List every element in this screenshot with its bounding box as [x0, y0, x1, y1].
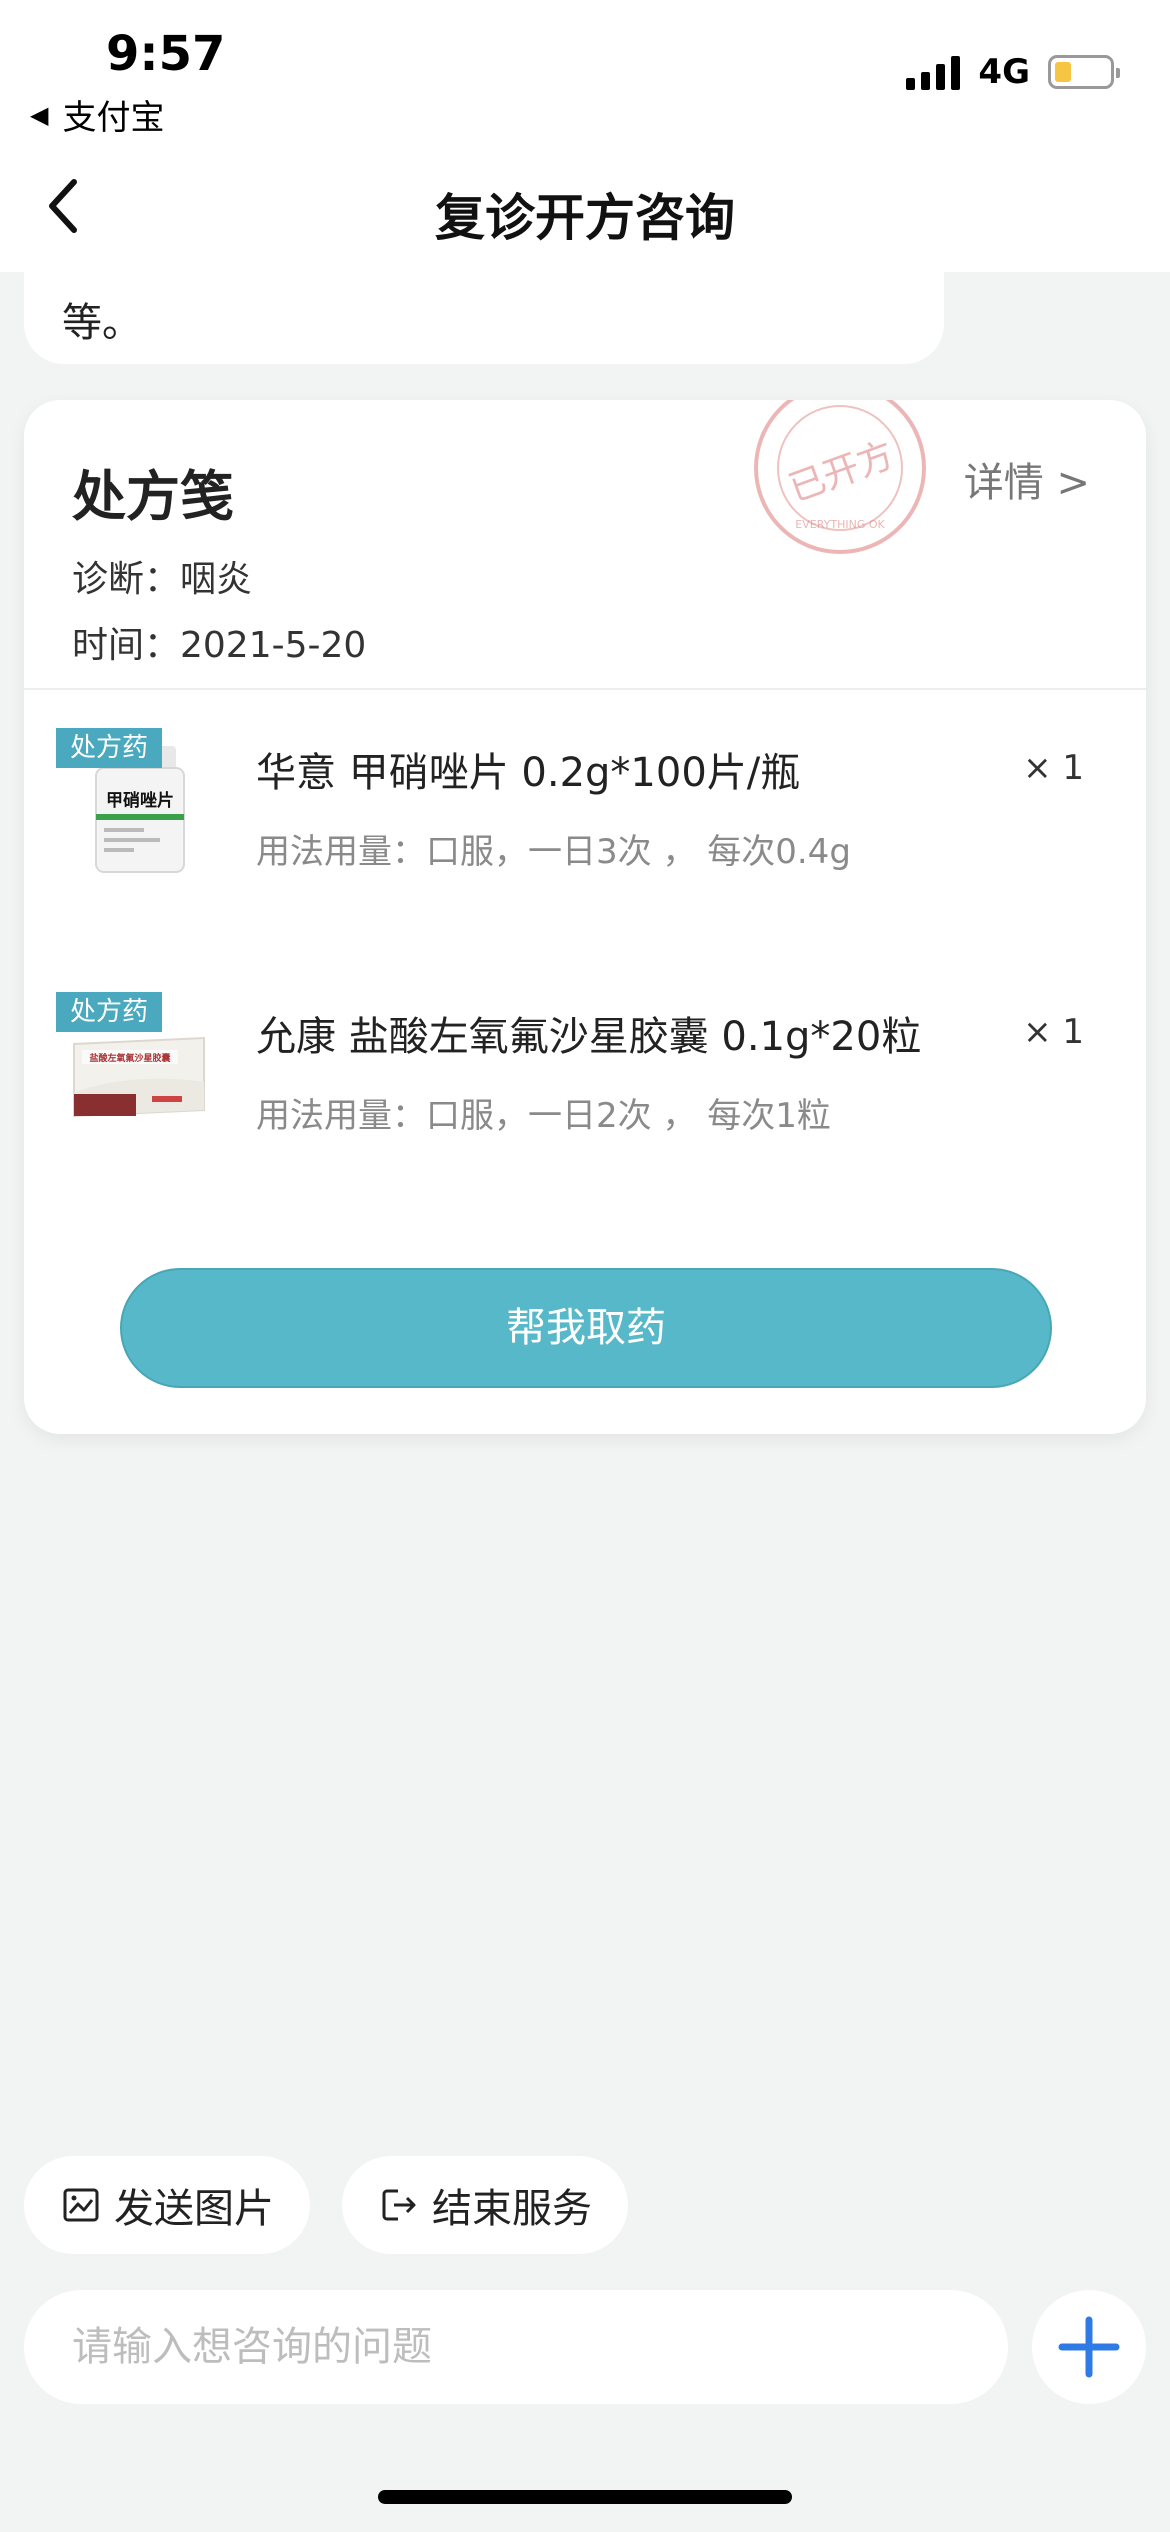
- question-input[interactable]: 请输入想咨询的问题: [24, 2290, 1008, 2404]
- get-medicine-button[interactable]: 帮我取药: [120, 1268, 1052, 1388]
- drug-item[interactable]: 甲硝唑片 处方药 华意 甲硝唑片 0.2g*100片/瓶 × 1 用法用量：口服…: [24, 728, 1146, 928]
- image-icon: [63, 2188, 99, 2222]
- prescribed-stamp-icon: 已开方 EVERYTHING OK: [754, 400, 926, 554]
- previous-message-text: 等。: [62, 300, 142, 346]
- stamp-text: 已开方: [784, 434, 900, 509]
- drug-quantity: × 1: [1023, 1012, 1084, 1052]
- screen: 9:57 ◀ 支付宝 4G 复诊开方咨询 等。 处方笺 已开方 EVERYTHI: [0, 0, 1170, 2532]
- status-time: 9:57: [106, 26, 226, 82]
- drug-name: 允康 盐酸左氧氟沙星胶囊 0.1g*20粒: [256, 1014, 922, 1060]
- prescription-title: 处方笺: [72, 465, 234, 528]
- send-image-button[interactable]: 发送图片: [24, 2156, 310, 2254]
- prescription-date: 时间：2021-5-20: [72, 625, 367, 666]
- network-label: 4G: [978, 52, 1030, 92]
- drug-usage: 用法用量：口服，一日2次 ， 每次1粒: [256, 1096, 831, 1136]
- divider: [24, 688, 1146, 690]
- rx-badge: 处方药: [56, 728, 163, 768]
- back-app-label: 支付宝: [62, 98, 165, 138]
- home-indicator: [378, 2490, 792, 2504]
- end-service-label: 结束服务: [432, 2186, 592, 2232]
- stamp-ring-text: EVERYTHING OK: [795, 518, 885, 531]
- drug-item[interactable]: 盐酸左氧氟沙星胶囊 处方药 允康 盐酸左氧氟沙星胶囊 0.1g*20粒 × 1 …: [24, 992, 1146, 1192]
- back-to-app-link[interactable]: ◀ 支付宝: [30, 90, 164, 139]
- top-bar: 9:57 ◀ 支付宝 4G 复诊开方咨询: [0, 0, 1170, 272]
- diagnosis-text: 诊断：咽炎: [72, 559, 253, 600]
- send-image-label: 发送图片: [114, 2186, 274, 2232]
- drug-image-label: 盐酸左氧氟沙星胶囊: [89, 1052, 171, 1064]
- exit-icon: [382, 2189, 416, 2221]
- battery-icon: [1048, 55, 1120, 89]
- drug-name: 华意 甲硝唑片 0.2g*100片/瓶: [256, 750, 801, 796]
- drug-quantity: × 1: [1023, 748, 1084, 788]
- page-title: 复诊开方咨询: [435, 189, 735, 247]
- previous-message-bubble: 等。: [24, 272, 944, 364]
- status-indicators: 4G: [906, 52, 1120, 92]
- plus-icon: [1058, 2316, 1120, 2378]
- prescription-card[interactable]: 处方笺 已开方 EVERYTHING OK 详情 > 诊断：咽炎 时间：2021…: [24, 400, 1146, 1434]
- back-triangle-icon: ◀: [30, 100, 49, 129]
- drug-usage: 用法用量：口服，一日3次 ， 每次0.4g: [256, 832, 851, 872]
- plus-button[interactable]: [1032, 2290, 1146, 2404]
- end-service-button[interactable]: 结束服务: [342, 2156, 628, 2254]
- drug-image-label: 甲硝唑片: [106, 790, 174, 811]
- rx-badge: 处方药: [56, 992, 163, 1032]
- details-link[interactable]: 详情 >: [964, 450, 1090, 508]
- signal-icon: [906, 54, 961, 90]
